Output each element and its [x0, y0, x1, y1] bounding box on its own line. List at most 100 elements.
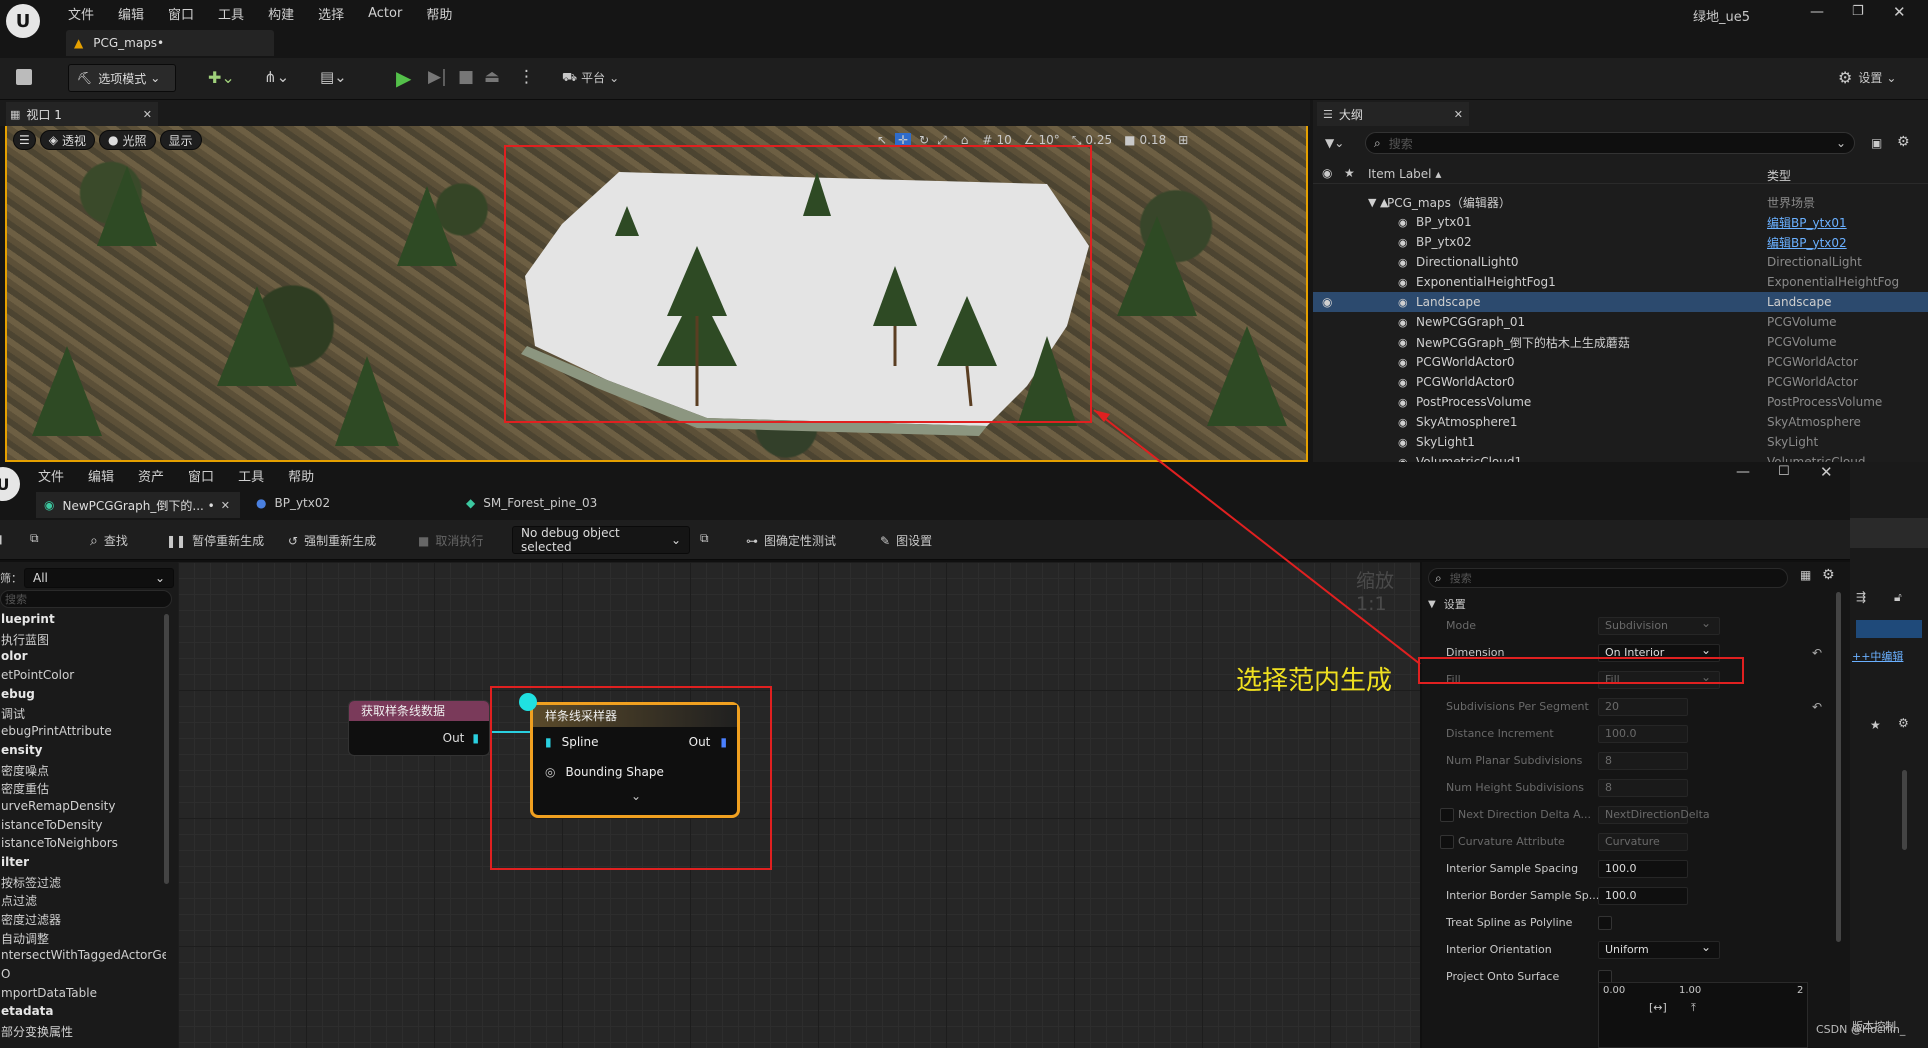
property-value-input[interactable]: 100.0 — [1598, 886, 1688, 905]
outliner-row[interactable]: ◉ SkyAtmosphere1 SkyAtmosphere — [1313, 412, 1928, 432]
eye-icon[interactable]: ◉ — [1322, 295, 1332, 309]
level-tab[interactable]: ▲ PCG_maps• — [66, 30, 274, 56]
maximize-button[interactable]: ☐ — [1778, 464, 1790, 479]
cancel-exec-button[interactable]: ■ 取消执行 — [418, 532, 483, 549]
palette-category[interactable]: ensity — [0, 743, 166, 762]
lock-icon[interactable]: 🔓︎ — [1894, 590, 1902, 605]
tab-sm-forest[interactable]: ◆ SM_Forest_pine_03 — [466, 496, 597, 510]
graph-settings-button[interactable]: ✎ 图设置 — [880, 532, 932, 549]
menu-item[interactable]: 文件 — [38, 466, 64, 485]
palette-item[interactable]: 调试 — [0, 705, 166, 724]
menu-item[interactable]: 帮助 — [288, 466, 314, 485]
mode-select-button[interactable]: ⛏ 选项模式 ⌄ — [68, 64, 176, 92]
palette-category[interactable]: lueprint — [0, 612, 166, 631]
menu-item[interactable]: 编辑 — [118, 4, 144, 23]
cinematics-icon[interactable]: ▤⌄ — [320, 68, 347, 86]
close-icon[interactable]: ✕ — [221, 499, 230, 512]
outliner-row[interactable]: ◉ PCGWorldActor0 PCGWorldActor — [1313, 352, 1928, 372]
save-icon[interactable]: ▮ — [0, 532, 3, 546]
debug-browse-icon[interactable]: ⧉ — [700, 531, 709, 546]
outliner-row[interactable]: ◉ PostProcessVolume PostProcessVolume — [1313, 392, 1928, 412]
outliner-search-input[interactable]: ⌕ 搜索 ⌄ — [1365, 132, 1855, 154]
outliner-row[interactable]: ◉ BP_ytx02 编辑BP_ytx02 — [1313, 232, 1928, 252]
perspective-button[interactable]: ◈ 透视 — [39, 130, 96, 150]
platform-button[interactable]: ⛟ 平台 ⌄ — [562, 69, 619, 86]
palette-category[interactable]: etadata — [0, 1004, 166, 1023]
force-regen-button[interactable]: ↺ 强制重新生成 — [288, 532, 376, 549]
palette-item[interactable]: istanceToNeighbors — [0, 836, 166, 855]
palette-item[interactable]: 密度过滤器 — [0, 911, 166, 930]
palette-item[interactable]: 部分变换属性 — [0, 1023, 166, 1042]
outliner-row[interactable]: ◉ DirectionalLight0 DirectionalLight — [1313, 252, 1928, 272]
tab-bp-ytx02[interactable]: ● BP_ytx02 — [256, 496, 330, 510]
menu-item[interactable]: 工具 — [218, 4, 244, 23]
property-checkbox[interactable] — [1598, 915, 1612, 930]
find-button[interactable]: ⌕ 查找 — [90, 532, 128, 549]
palette-item[interactable]: 自动调整 — [0, 930, 166, 949]
palette-item[interactable]: mportDataTable — [0, 986, 166, 1005]
menu-item[interactable]: 窗口 — [168, 4, 194, 23]
col-item-label[interactable]: Item Label ▴ — [1368, 167, 1441, 181]
right-edit-label[interactable]: ++中编辑 — [1852, 648, 1903, 664]
section-settings[interactable]: ▼ 设置 — [1428, 596, 1466, 612]
unreal-logo-icon[interactable]: U — [6, 4, 40, 38]
gear-icon[interactable]: ⚙ — [1897, 134, 1910, 150]
minimize-button[interactable]: — — [1810, 4, 1824, 20]
blueprint-icon[interactable]: ⋔⌄ — [264, 68, 289, 86]
menu-item[interactable]: 选择 — [318, 4, 344, 23]
add-content-icon[interactable]: ✚⌄ — [208, 68, 235, 87]
menu-item[interactable]: 文件 — [68, 4, 94, 23]
details-search-input[interactable]: ⌕ 搜索 — [1428, 568, 1788, 588]
menu-item[interactable]: 帮助 — [426, 4, 452, 23]
property-value-input[interactable]: 100.0 — [1598, 859, 1688, 878]
save-icon[interactable] — [16, 69, 32, 85]
right-share-icon[interactable]: ⇶ — [1856, 590, 1866, 604]
minimize-button[interactable]: — — [1736, 464, 1750, 480]
determinism-test-button[interactable]: ⊶ 图确定性测试 — [746, 532, 836, 549]
property-value-input[interactable]: 8 — [1598, 778, 1688, 797]
palette-scrollbar[interactable] — [164, 614, 169, 884]
node-get-spline-data[interactable]: 获取样条线数据 Out ▮ — [348, 700, 490, 756]
menu-item[interactable]: 资产 — [138, 466, 164, 485]
palette-item[interactable]: ebugPrintAttribute — [0, 724, 166, 743]
menu-item[interactable]: 工具 — [238, 466, 264, 485]
close-window-button[interactable]: ✕ — [1893, 3, 1906, 21]
new-folder-icon[interactable]: ▣ — [1871, 136, 1882, 150]
viewport-tab[interactable]: ▦ 视口 1 ✕ — [6, 102, 158, 126]
palette-item[interactable]: 密度噪点 — [0, 762, 166, 781]
palette-item[interactable]: urveRemapDensity — [0, 799, 166, 818]
palette-item[interactable]: 点过滤 — [0, 892, 166, 911]
menu-item[interactable]: 构建 — [268, 4, 294, 23]
close-icon[interactable]: ✕ — [1454, 108, 1463, 121]
outliner-row[interactable]: ◉ ExponentialHeightFog1 ExponentialHeightF… — [1313, 272, 1928, 292]
close-icon[interactable]: ✕ — [143, 108, 152, 121]
show-button[interactable]: 显示 — [159, 130, 202, 150]
outliner-tab[interactable]: ☰ 大纲 ✕ — [1317, 102, 1469, 126]
property-dropdown[interactable]: Uniform — [1598, 939, 1720, 959]
palette-item[interactable]: ntersectWithTaggedActorGe — [0, 948, 166, 967]
palette-item[interactable]: 执行蓝图 — [0, 631, 166, 650]
property-value-input[interactable]: 8 — [1598, 751, 1688, 770]
curve-editor[interactable]: 0.00 1.00 2 [↔] ⤒ — [1598, 982, 1808, 1048]
col-type[interactable]: 类型 — [1767, 167, 1791, 184]
menu-item[interactable]: 编辑 — [88, 466, 114, 485]
outliner-row-type[interactable]: 编辑BP_ytx01 — [1767, 214, 1847, 231]
property-dropdown[interactable]: Subdivision — [1598, 615, 1720, 635]
outliner-row[interactable]: ◉ PCGWorldActor0 PCGWorldActor — [1313, 372, 1928, 392]
menu-item[interactable]: 窗口 — [188, 466, 214, 485]
viewport-menu-button[interactable]: ☰ — [13, 130, 36, 150]
close-window-button[interactable]: ✕ — [1820, 463, 1833, 481]
gear-icon[interactable]: ⚙ — [1898, 716, 1909, 730]
layout-icon[interactable]: ⊞ — [1178, 133, 1188, 147]
property-value-input[interactable]: Curvature — [1598, 832, 1688, 851]
palette-search-input[interactable]: 搜索 — [0, 590, 172, 608]
maximize-button[interactable]: ❐ — [1852, 4, 1864, 19]
pause-regen-button[interactable]: ❚❚ 暂停重新生成 — [166, 532, 264, 549]
palette-category[interactable]: ebug — [0, 687, 166, 706]
right-scrollbar[interactable] — [1902, 770, 1907, 850]
tab-pcg-graph[interactable]: ◉ NewPCGGraph_倒下的... • ✕ — [36, 492, 240, 518]
play-icon[interactable]: ▶ — [396, 66, 411, 90]
palette-item[interactable]: etPointColor — [0, 668, 166, 687]
lit-button[interactable]: ● 光照 — [99, 130, 156, 150]
property-value-input[interactable]: NextDirectionDelta — [1598, 805, 1710, 824]
